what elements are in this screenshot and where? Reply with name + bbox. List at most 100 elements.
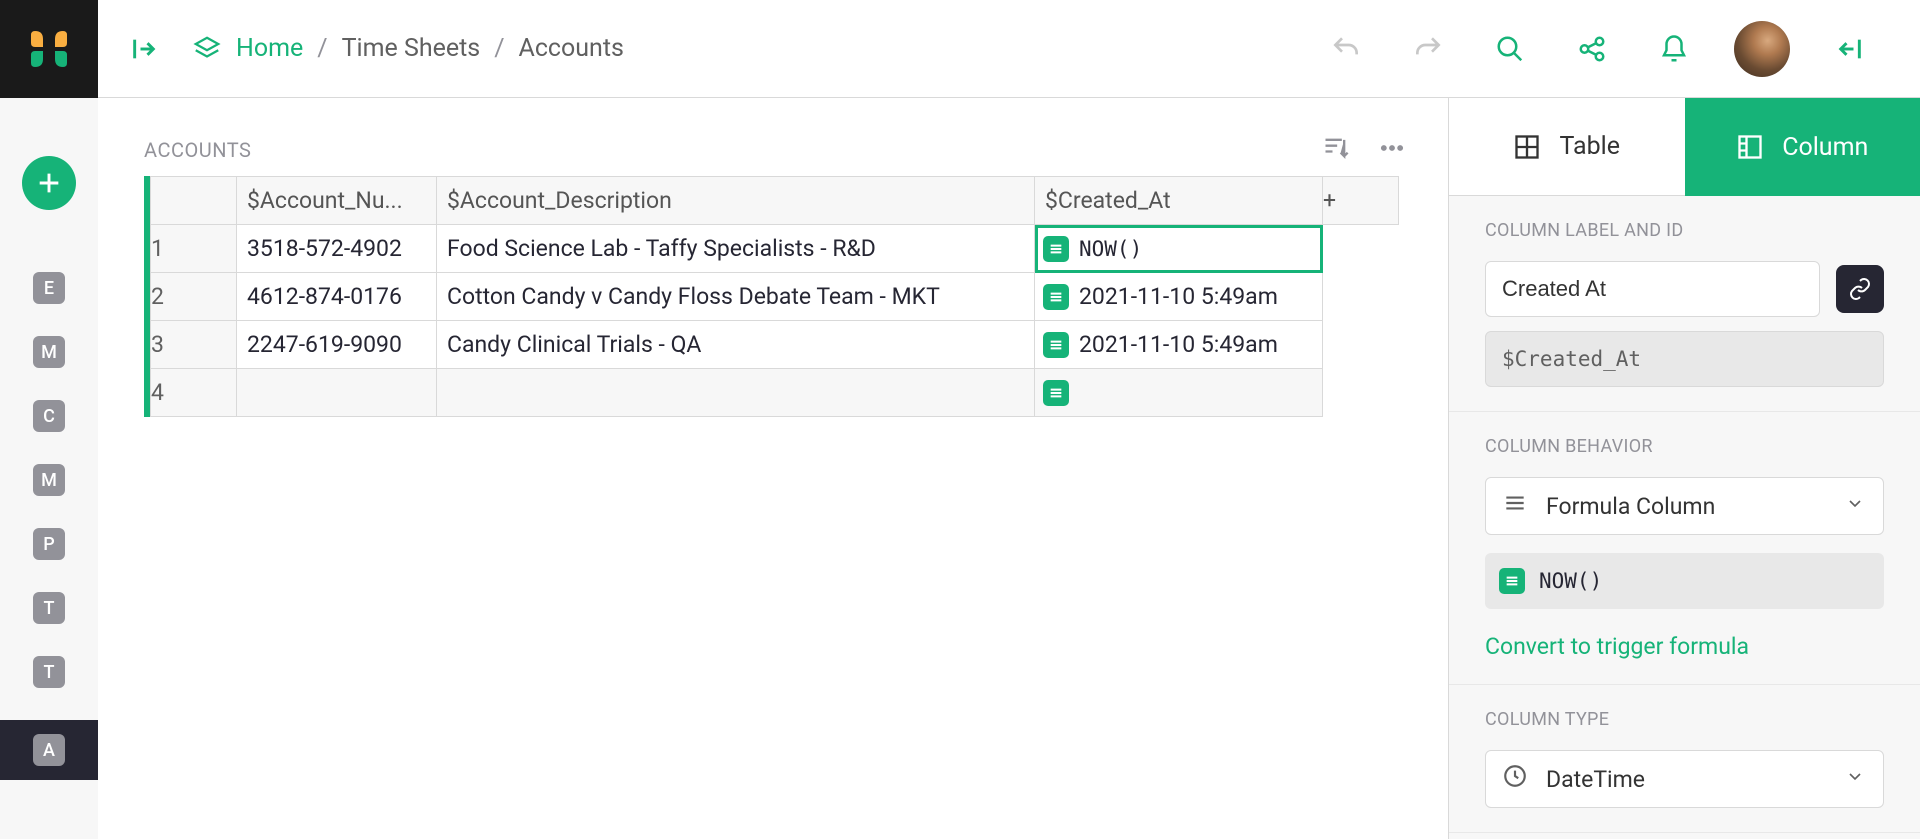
redo-icon [1412,33,1444,65]
data-table: $Account_Nu... $Account_Description $Cre… [150,176,1399,417]
formula-icon [1499,568,1525,594]
dots-horizontal-icon [1378,134,1406,162]
tab-column-label: Column [1782,133,1868,162]
table-row-new[interactable]: 4 [151,369,1399,417]
cell-account-description[interactable]: Candy Clinical Trials - QA [437,321,1035,369]
row-number: 2 [151,273,237,321]
table-icon [1513,133,1541,161]
grist-logo-icon [25,25,73,73]
undo-button[interactable] [1324,27,1368,71]
section-type: COLUMN TYPE DateTime [1449,685,1920,833]
formula-column-icon [1502,490,1528,522]
app-logo[interactable] [0,0,98,98]
grid-area: ACCOUNTS $Account_Nu... [98,98,1448,839]
breadcrumb-sep: / [317,34,327,63]
table-row[interactable]: 3 2247-619-9090 Candy Clinical Trials - … [151,321,1399,369]
cell-account-number[interactable]: 4612-874-0176 [237,273,437,321]
cell-created-at[interactable]: 2021-11-10 5:49am [1035,321,1323,369]
panel-left-icon [130,35,158,63]
tab-table-label: Table [1559,132,1620,161]
sort-filter-icon [1322,134,1350,162]
top-bar: Home / Time Sheets / Accounts [98,0,1920,98]
grid-title-actions [1322,134,1406,166]
cell-created-at-editing[interactable]: NOW() [1035,225,1323,273]
col-header-created-at[interactable]: $Created_At [1035,177,1323,225]
section-label-id: COLUMN LABEL AND ID $Created_At [1449,196,1920,412]
rail-page[interactable]: E [33,272,65,304]
clock-icon [1502,763,1528,795]
right-panel-tabs: Table Column [1449,98,1920,196]
chevron-down-icon [1845,493,1865,520]
section-title: COLUMN BEHAVIOR [1485,436,1884,457]
rail-page[interactable]: M [33,464,65,496]
formula-editor[interactable]: NOW() [1485,553,1884,609]
formula-icon [1043,380,1069,406]
cell-account-number[interactable] [237,369,437,417]
breadcrumb-doc[interactable]: Time Sheets [342,34,481,63]
cell-created-at[interactable]: 2021-11-10 5:49am [1035,273,1323,321]
undo-icon [1330,33,1362,65]
col-header-account-description[interactable]: $Account_Description [437,177,1035,225]
grid-menu-button[interactable] [1378,134,1406,166]
row-number: 3 [151,321,237,369]
user-avatar[interactable] [1734,21,1790,77]
col-header-account-number[interactable]: $Account_Nu... [237,177,437,225]
sort-filter-button[interactable] [1322,134,1350,166]
panel-left-toggle[interactable] [122,27,166,71]
grid-title: ACCOUNTS [144,138,251,162]
formula-text: NOW() [1539,569,1602,593]
rail-page[interactable]: T [33,656,65,688]
tab-table[interactable]: Table [1449,98,1685,196]
panel-right-toggle[interactable] [1828,27,1872,71]
cell-account-number[interactable]: 3518-572-4902 [237,225,437,273]
cell-created-text: 2021-11-10 5:49am [1079,283,1278,310]
cell-account-description[interactable]: Cotton Candy v Candy Floss Debate Team -… [437,273,1035,321]
column-icon [1736,133,1764,161]
derive-id-button[interactable] [1836,265,1884,313]
notifications-button[interactable] [1652,27,1696,71]
add-new-button[interactable] [22,156,76,210]
rail-page[interactable]: T [33,592,65,624]
breadcrumb-sep: / [494,34,504,63]
behavior-value: Formula Column [1546,493,1715,520]
col-add-button[interactable]: + [1323,177,1399,225]
rail-page-active[interactable]: A [0,720,98,780]
section-title: COLUMN TYPE [1485,709,1884,730]
column-label-input[interactable] [1485,261,1820,317]
row-number: 1 [151,225,237,273]
cell-account-number[interactable]: 2247-619-9090 [237,321,437,369]
left-rail: E M C M P T T A [0,0,98,839]
convert-trigger-link[interactable]: Convert to trigger formula [1485,633,1884,660]
rail-page[interactable]: M [33,336,65,368]
bell-icon [1659,34,1689,64]
rail-page: A [33,734,65,766]
row-number: 4 [151,369,237,417]
rail-page[interactable]: C [33,400,65,432]
breadcrumb-home[interactable]: Home [236,34,303,63]
main-area: Home / Time Sheets / Accounts [98,0,1920,839]
section-title: COLUMN LABEL AND ID [1485,220,1884,241]
layers-icon [192,34,222,64]
cell-account-description[interactable] [437,369,1035,417]
topbar-actions [1324,21,1872,77]
column-type-select[interactable]: DateTime [1485,750,1884,808]
column-behavior-select[interactable]: Formula Column [1485,477,1884,535]
breadcrumb-page[interactable]: Accounts [519,34,624,63]
table-row[interactable]: 1 3518-572-4902 Food Science Lab - Taffy… [151,225,1399,273]
redo-button[interactable] [1406,27,1450,71]
share-icon [1577,34,1607,64]
chevron-down-icon [1845,766,1865,793]
rail-page[interactable]: P [33,528,65,560]
rail-pages-list: E M C M P T T A [0,272,98,780]
right-panel-body: COLUMN LABEL AND ID $Created_At COLUMN B… [1449,196,1920,839]
breadcrumb: Home / Time Sheets / Accounts [192,34,624,64]
rownum-header [151,177,237,225]
cell-account-description[interactable]: Food Science Lab - Taffy Specialists - R… [437,225,1035,273]
right-panel: Table Column COLUMN LABEL AND ID [1448,98,1920,839]
cell-created-text: 2021-11-10 5:49am [1079,331,1278,358]
cell-created-at[interactable] [1035,369,1323,417]
share-button[interactable] [1570,27,1614,71]
search-button[interactable] [1488,27,1532,71]
tab-column[interactable]: Column [1685,98,1920,196]
table-row[interactable]: 2 4612-874-0176 Cotton Candy v Candy Flo… [151,273,1399,321]
